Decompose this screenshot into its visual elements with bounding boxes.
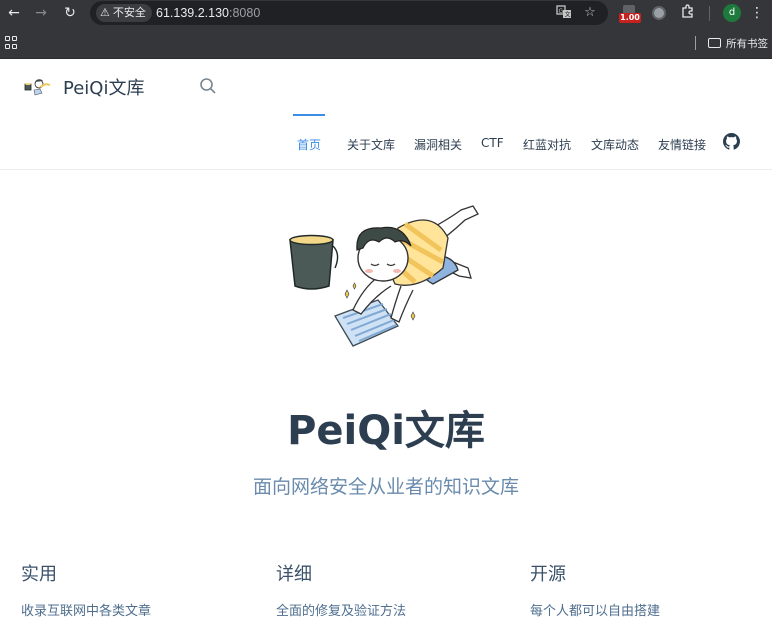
bookmark-star-icon[interactable]: ☆ [581, 4, 599, 22]
feature-details: 全面的修复及验证方法 [276, 604, 407, 619]
hero-title: PeiQi文库 [287, 408, 485, 454]
feature-title: 实用 [21, 564, 57, 585]
security-chip[interactable]: ⚠ 不安全 [96, 4, 152, 22]
active-nav-indicator [293, 114, 325, 116]
address-bar[interactable]: ⚠ 不安全 61.139.2.130:8080 G文 ☆ [90, 1, 608, 25]
nav-link-ctf[interactable]: CTF [481, 136, 504, 150]
bookmarks-bar: 所有书签 [0, 27, 772, 59]
translate-icon[interactable]: G文 [555, 4, 573, 22]
site-navbar: PeiQi文库 首页 关于文库 漏洞相关 CTF 红蓝对抗 文库动态 友情链接 [0, 59, 772, 170]
feature-title: 开源 [530, 564, 566, 585]
profile-avatar[interactable]: d [723, 4, 741, 22]
svg-text:文: 文 [565, 11, 571, 19]
site-logo[interactable] [24, 75, 52, 97]
menu-kebab-icon[interactable]: ⋮ [750, 4, 764, 22]
github-icon[interactable] [723, 133, 740, 150]
toolbar-divider [709, 6, 710, 21]
hero-illustration [283, 198, 498, 358]
nav-link-about[interactable]: 关于文库 [347, 136, 395, 153]
nav-links: 首页 关于文库 漏洞相关 CTF 红蓝对抗 文库动态 友情链接 [0, 114, 772, 170]
extension-badge-count: 1.00 [619, 13, 641, 23]
nav-link-friends[interactable]: 友情链接 [658, 136, 706, 153]
nav-link-vulnerabilities[interactable]: 漏洞相关 [414, 136, 462, 153]
extensions-puzzle-icon[interactable] [679, 4, 697, 22]
bookmarks-divider [695, 36, 696, 50]
reload-icon[interactable]: ↻ [61, 4, 79, 22]
folder-icon [708, 38, 721, 48]
apps-grid-icon[interactable] [5, 36, 18, 49]
url-text[interactable]: 61.139.2.130:8080 [156, 1, 260, 25]
url-port: :8080 [229, 6, 261, 20]
security-label: 不安全 [112, 6, 146, 19]
feature-title: 详细 [276, 564, 312, 585]
nav-link-red-blue[interactable]: 红蓝对抗 [523, 136, 571, 153]
hero-description: 面向网络安全从业者的知识文库 [252, 476, 519, 498]
browser-toolbar: ← → ↻ ⚠ 不安全 61.139.2.130:8080 G文 ☆ 1.00 … [0, 0, 772, 27]
back-arrow-icon[interactable]: ← [5, 4, 23, 22]
extension-badge-icon[interactable]: 1.00 [619, 5, 641, 23]
site-name[interactable]: PeiQi文库 [63, 74, 144, 100]
feature-open-source: 开源 每个人都可以自由搭建 [530, 560, 760, 619]
search-icon[interactable] [199, 77, 217, 95]
feature-detailed: 详细 全面的修复及验证方法 [276, 560, 506, 619]
svg-text:G: G [559, 8, 564, 15]
feature-practical: 实用 收录互联网中各类文章 [21, 560, 251, 619]
nav-link-home[interactable]: 首页 [297, 136, 321, 153]
url-host: 61.139.2.130 [156, 6, 229, 20]
nav-link-updates[interactable]: 文库动态 [591, 136, 639, 153]
feature-details: 每个人都可以自由搭建 [530, 604, 661, 619]
extension-circle-icon[interactable] [652, 6, 666, 20]
warning-triangle-icon: ⚠ [100, 6, 110, 19]
feature-details: 收录互联网中各类文章 [21, 604, 152, 619]
all-bookmarks-button[interactable]: 所有书签 [708, 34, 768, 52]
forward-arrow-icon[interactable]: → [32, 4, 50, 22]
all-bookmarks-label: 所有书签 [726, 37, 768, 50]
